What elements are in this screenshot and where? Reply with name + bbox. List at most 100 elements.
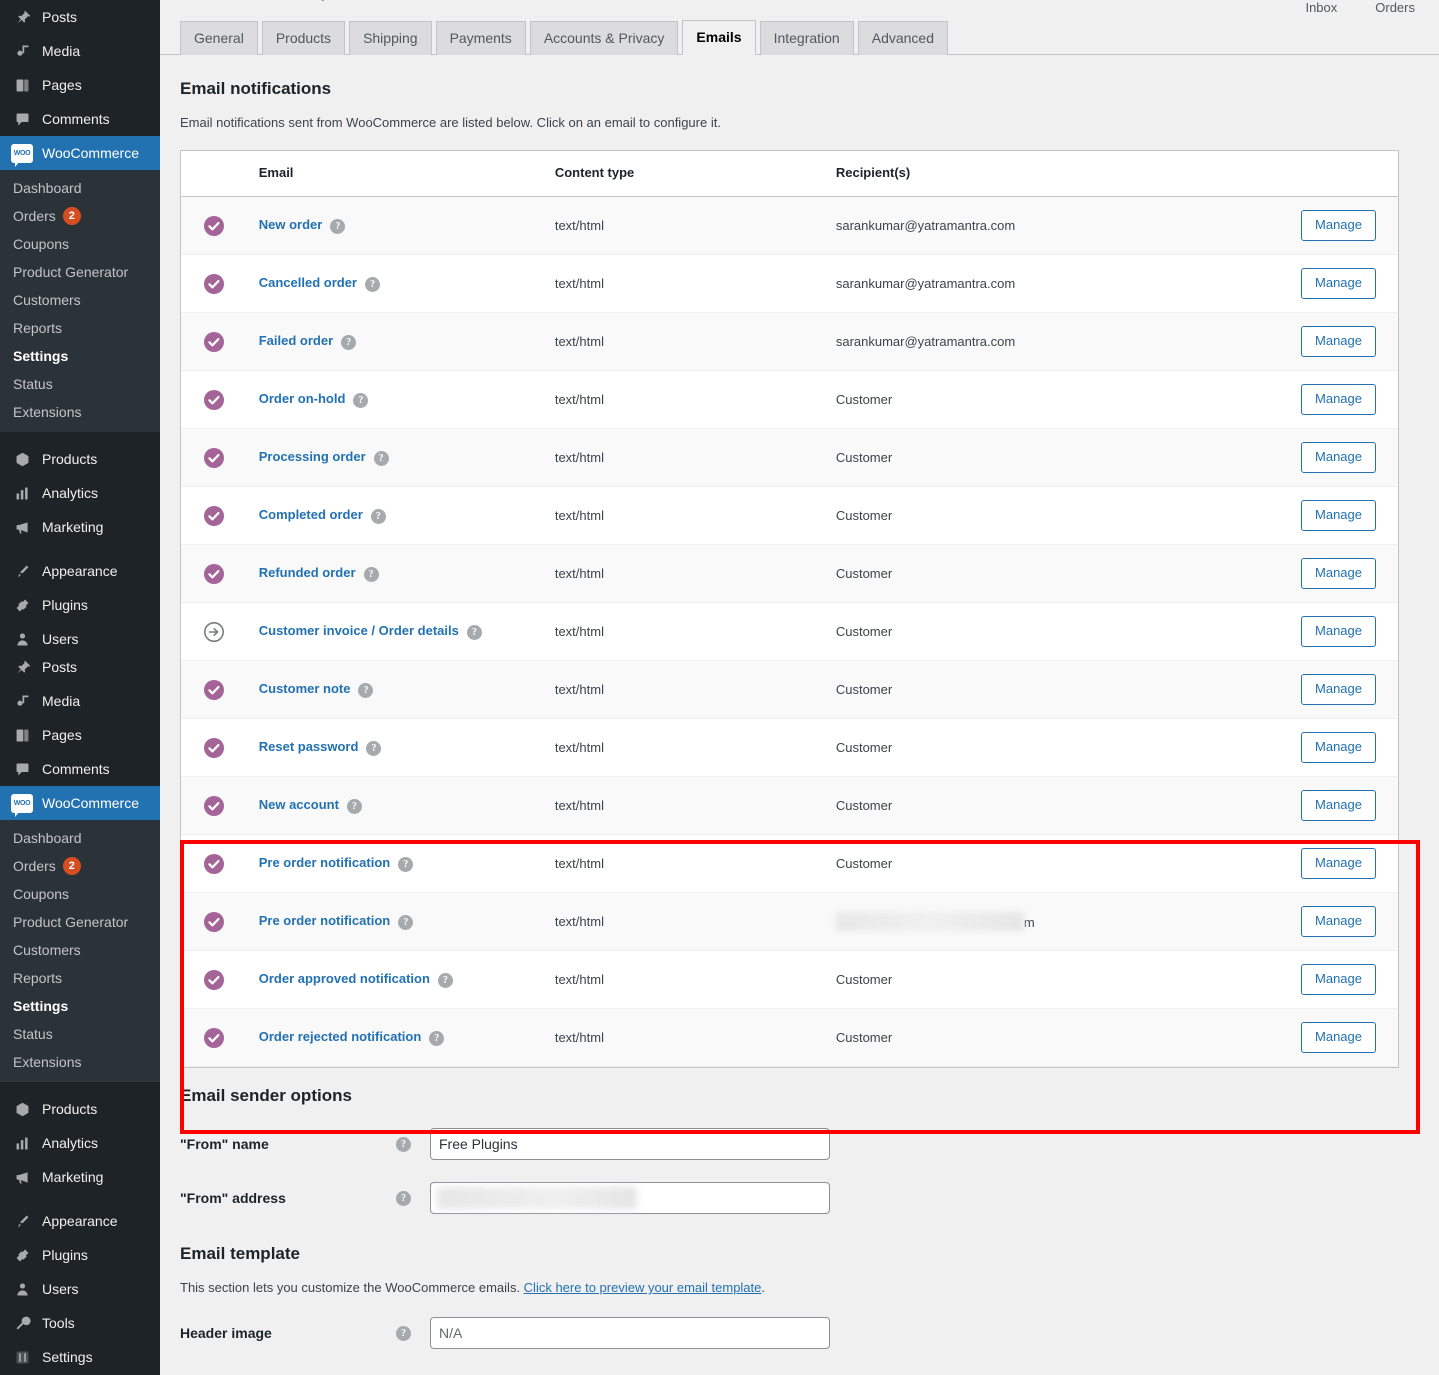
table-row[interactable]: Order rejected notification? text/html Cus… <box>181 1008 1398 1067</box>
help-icon[interactable]: ? <box>396 1137 411 1153</box>
submenu-item-status-repeat[interactable]: Status <box>0 1020 160 1048</box>
submenu-item-status[interactable]: Status <box>0 370 160 398</box>
email-link[interactable]: Pre order notification <box>259 855 390 870</box>
manage-button[interactable]: Manage <box>1301 1021 1376 1054</box>
sidebar-item-woocommerce[interactable]: WOO WooCommerce <box>0 136 160 170</box>
email-link[interactable]: Order on-hold <box>259 391 346 406</box>
table-row[interactable]: Cancelled order? text/html sarankumar@yatr… <box>181 254 1398 313</box>
tab-shipping[interactable]: Shipping <box>349 21 432 55</box>
status-enabled-icon[interactable] <box>181 370 249 429</box>
submenu-item-orders[interactable]: Orders 2 <box>0 202 160 230</box>
help-icon[interactable]: ? <box>396 1326 411 1342</box>
status-enabled-icon[interactable] <box>181 660 249 719</box>
manage-button[interactable]: Manage <box>1301 383 1376 416</box>
table-row[interactable]: Customer note? text/html Customer Manage <box>181 660 1398 719</box>
status-enabled-icon[interactable] <box>181 544 249 603</box>
email-link[interactable]: Refunded order <box>259 565 356 580</box>
manage-button[interactable]: Manage <box>1301 557 1376 590</box>
email-link[interactable]: Customer note <box>259 681 351 696</box>
sidebar-item-settings[interactable]: Settings <box>0 1340 160 1374</box>
manage-button[interactable]: Manage <box>1301 963 1376 996</box>
sidebar-item-woocommerce-repeat[interactable]: WOO WooCommerce <box>0 786 160 820</box>
submenu-item-customers[interactable]: Customers <box>0 286 160 314</box>
status-enabled-icon[interactable] <box>181 196 249 255</box>
tab-accounts-privacy[interactable]: Accounts & Privacy <box>529 21 679 55</box>
submenu-item-settings[interactable]: Settings <box>0 342 160 370</box>
submenu-item-product-generator-repeat[interactable]: Product Generator <box>0 908 160 936</box>
sidebar-item-posts-repeat[interactable]: Posts <box>0 650 160 684</box>
table-row[interactable]: Pre order notification? text/html Customer… <box>181 834 1398 893</box>
inbox-link[interactable]: Inbox <box>1305 0 1337 15</box>
help-icon[interactable]: ? <box>330 218 346 234</box>
email-link[interactable]: Processing order <box>259 449 366 464</box>
preview-template-link[interactable]: Click here to preview your email templat… <box>524 1280 762 1295</box>
manage-button[interactable]: Manage <box>1301 499 1376 532</box>
table-row[interactable]: New order? text/html sarankumar@yatramantr… <box>181 196 1398 255</box>
help-icon[interactable]: ? <box>358 682 374 698</box>
status-enabled-icon[interactable] <box>181 718 249 777</box>
header-image-input[interactable]: N/A <box>430 1317 830 1349</box>
manage-button[interactable]: Manage <box>1301 673 1376 706</box>
help-icon[interactable]: ? <box>365 276 380 292</box>
sidebar-item-media[interactable]: Media <box>0 34 160 68</box>
table-row[interactable]: Completed order? text/html Customer Manage <box>181 486 1398 545</box>
status-enabled-icon[interactable] <box>181 1008 249 1067</box>
sidebar-item-appearance[interactable]: Appearance <box>0 554 160 588</box>
submenu-item-dashboard-repeat[interactable]: Dashboard <box>0 824 160 852</box>
submenu-item-coupons[interactable]: Coupons <box>0 230 160 258</box>
sidebar-item-tools[interactable]: Tools <box>0 1306 160 1340</box>
help-icon[interactable]: ? <box>437 972 453 988</box>
sidebar-item-posts[interactable]: Posts <box>0 0 160 34</box>
status-enabled-icon[interactable] <box>181 486 249 545</box>
sidebar-item-marketing[interactable]: Marketing <box>0 510 160 544</box>
table-row[interactable]: New account? text/html Customer Manage <box>181 776 1398 835</box>
manage-button[interactable]: Manage <box>1301 441 1376 474</box>
email-link[interactable]: Reset password <box>259 739 359 754</box>
help-icon[interactable]: ? <box>341 334 357 350</box>
submenu-item-orders-repeat[interactable]: Orders 2 <box>0 852 160 880</box>
status-enabled-icon[interactable] <box>181 312 249 371</box>
help-icon[interactable]: ? <box>370 508 386 524</box>
submenu-item-coupons-repeat[interactable]: Coupons <box>0 880 160 908</box>
status-enabled-icon[interactable] <box>181 950 249 1009</box>
from-name-input[interactable]: Free Plugins <box>430 1128 830 1160</box>
manage-button[interactable]: Manage <box>1301 731 1376 764</box>
email-link[interactable]: Failed order <box>259 333 333 348</box>
table-row[interactable]: Processing order? text/html Customer Manage <box>181 428 1398 487</box>
status-enabled-icon[interactable] <box>181 892 249 951</box>
from-address-input[interactable] <box>430 1182 830 1214</box>
manage-button[interactable]: Manage <box>1301 905 1376 938</box>
help-icon[interactable]: ? <box>353 392 369 408</box>
submenu-item-reports[interactable]: Reports <box>0 314 160 342</box>
status-enabled-icon[interactable] <box>181 254 249 313</box>
manage-button[interactable]: Manage <box>1301 615 1376 648</box>
submenu-item-extensions[interactable]: Extensions <box>0 398 160 426</box>
submenu-item-product-generator[interactable]: Product Generator <box>0 258 160 286</box>
sidebar-item-comments[interactable]: Comments <box>0 102 160 136</box>
manage-button[interactable]: Manage <box>1301 325 1376 358</box>
help-icon[interactable]: ? <box>429 1030 445 1046</box>
email-link[interactable]: Cancelled order <box>259 275 357 290</box>
status-enabled-icon[interactable] <box>181 776 249 835</box>
table-row[interactable]: Order approved notification? text/html Cus… <box>181 950 1398 1009</box>
table-row[interactable]: Customer invoice / Order details? text/ht… <box>181 602 1398 661</box>
help-icon[interactable]: ? <box>346 798 362 814</box>
help-icon[interactable]: ? <box>396 1191 411 1207</box>
sidebar-item-analytics-2[interactable]: Analytics <box>0 1126 160 1160</box>
tab-advanced[interactable]: Advanced <box>857 21 949 55</box>
sidebar-item-products-2[interactable]: Products <box>0 1092 160 1126</box>
tab-payments[interactable]: Payments <box>435 21 526 55</box>
table-row[interactable]: Refunded order? text/html Customer Manage <box>181 544 1398 603</box>
sidebar-item-marketing-2[interactable]: Marketing <box>0 1160 160 1194</box>
woocommerce-submenu[interactable]: Dashboard Orders 2 Coupons Product Gener… <box>0 170 160 432</box>
topbar-links[interactable]: Inbox Orders <box>1305 0 1415 15</box>
status-manual-icon[interactable] <box>181 602 249 661</box>
sidebar-item-pages-repeat[interactable]: Pages <box>0 718 160 752</box>
email-link[interactable]: Order approved notification <box>259 971 430 986</box>
settings-tabs[interactable]: General Products Shipping Payments Accou… <box>160 20 1439 55</box>
sidebar-item-plugins-2[interactable]: Plugins <box>0 1238 160 1272</box>
tab-general[interactable]: General <box>180 21 258 55</box>
submenu-item-settings-repeat[interactable]: Settings <box>0 992 160 1020</box>
sidebar-item-users-2[interactable]: Users <box>0 1272 160 1306</box>
help-icon[interactable]: ? <box>366 740 382 756</box>
